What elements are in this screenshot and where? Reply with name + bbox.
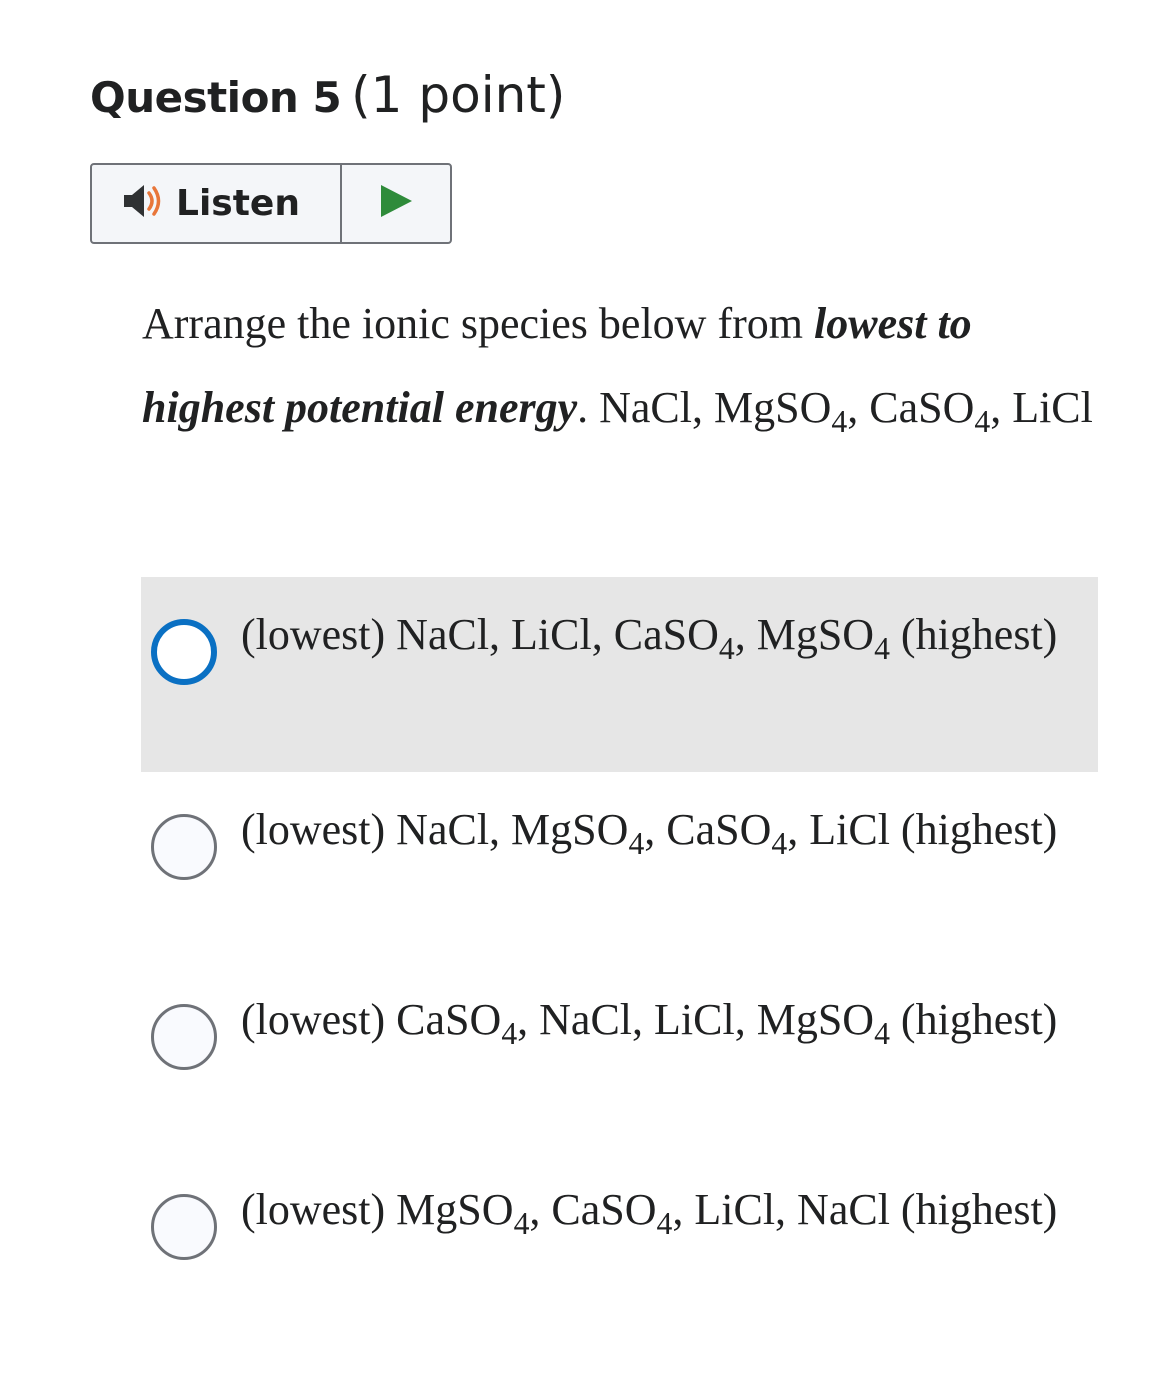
prompt-text: , CaSO — [847, 383, 975, 432]
question-prompt: Arrange the ionic species below from low… — [142, 282, 1102, 450]
answer-choices: (lowest) NaCl, LiCl, CaSO4, MgSO4 (highe… — [141, 577, 1098, 1342]
listen-label: Listen — [176, 183, 300, 224]
answer-option-3[interactable]: (lowest) CaSO4, NaCl, LiCl, MgSO4 (highe… — [141, 962, 1098, 1152]
answer-option-2[interactable]: (lowest) NaCl, MgSO4, CaSO4, LiCl (highe… — [141, 772, 1098, 962]
answer-label: (lowest) NaCl, MgSO4, CaSO4, LiCl (highe… — [241, 805, 1058, 862]
question-title: Question 5 — [90, 73, 342, 122]
prompt-text: . NaCl, MgSO — [577, 383, 832, 432]
subscript: 4 — [974, 404, 991, 440]
prompt-text: Arrange the ionic species below from — [142, 299, 814, 348]
radio-button[interactable] — [151, 814, 217, 880]
radio-button[interactable] — [151, 1194, 217, 1260]
radio-button[interactable] — [151, 619, 217, 685]
answer-label: (lowest) MgSO4, CaSO4, LiCl, NaCl (highe… — [241, 1185, 1058, 1242]
prompt-text: , LiCl — [990, 383, 1093, 432]
answer-option-4[interactable]: (lowest) MgSO4, CaSO4, LiCl, NaCl (highe… — [141, 1152, 1098, 1342]
radio-button[interactable] — [151, 1004, 217, 1070]
listen-widget: Listen — [90, 163, 452, 244]
question-header: Question 5 (1 point) — [90, 66, 565, 124]
play-button[interactable] — [342, 165, 450, 242]
subscript: 4 — [831, 404, 848, 440]
question-points: (1 point) — [351, 66, 566, 124]
speaker-icon — [122, 183, 164, 224]
play-icon — [378, 183, 414, 224]
answer-option-1[interactable]: (lowest) NaCl, LiCl, CaSO4, MgSO4 (highe… — [141, 577, 1098, 772]
answer-label: (lowest) NaCl, LiCl, CaSO4, MgSO4 (highe… — [241, 610, 1058, 667]
listen-button[interactable]: Listen — [92, 165, 342, 242]
answer-label: (lowest) CaSO4, NaCl, LiCl, MgSO4 (highe… — [241, 995, 1058, 1052]
